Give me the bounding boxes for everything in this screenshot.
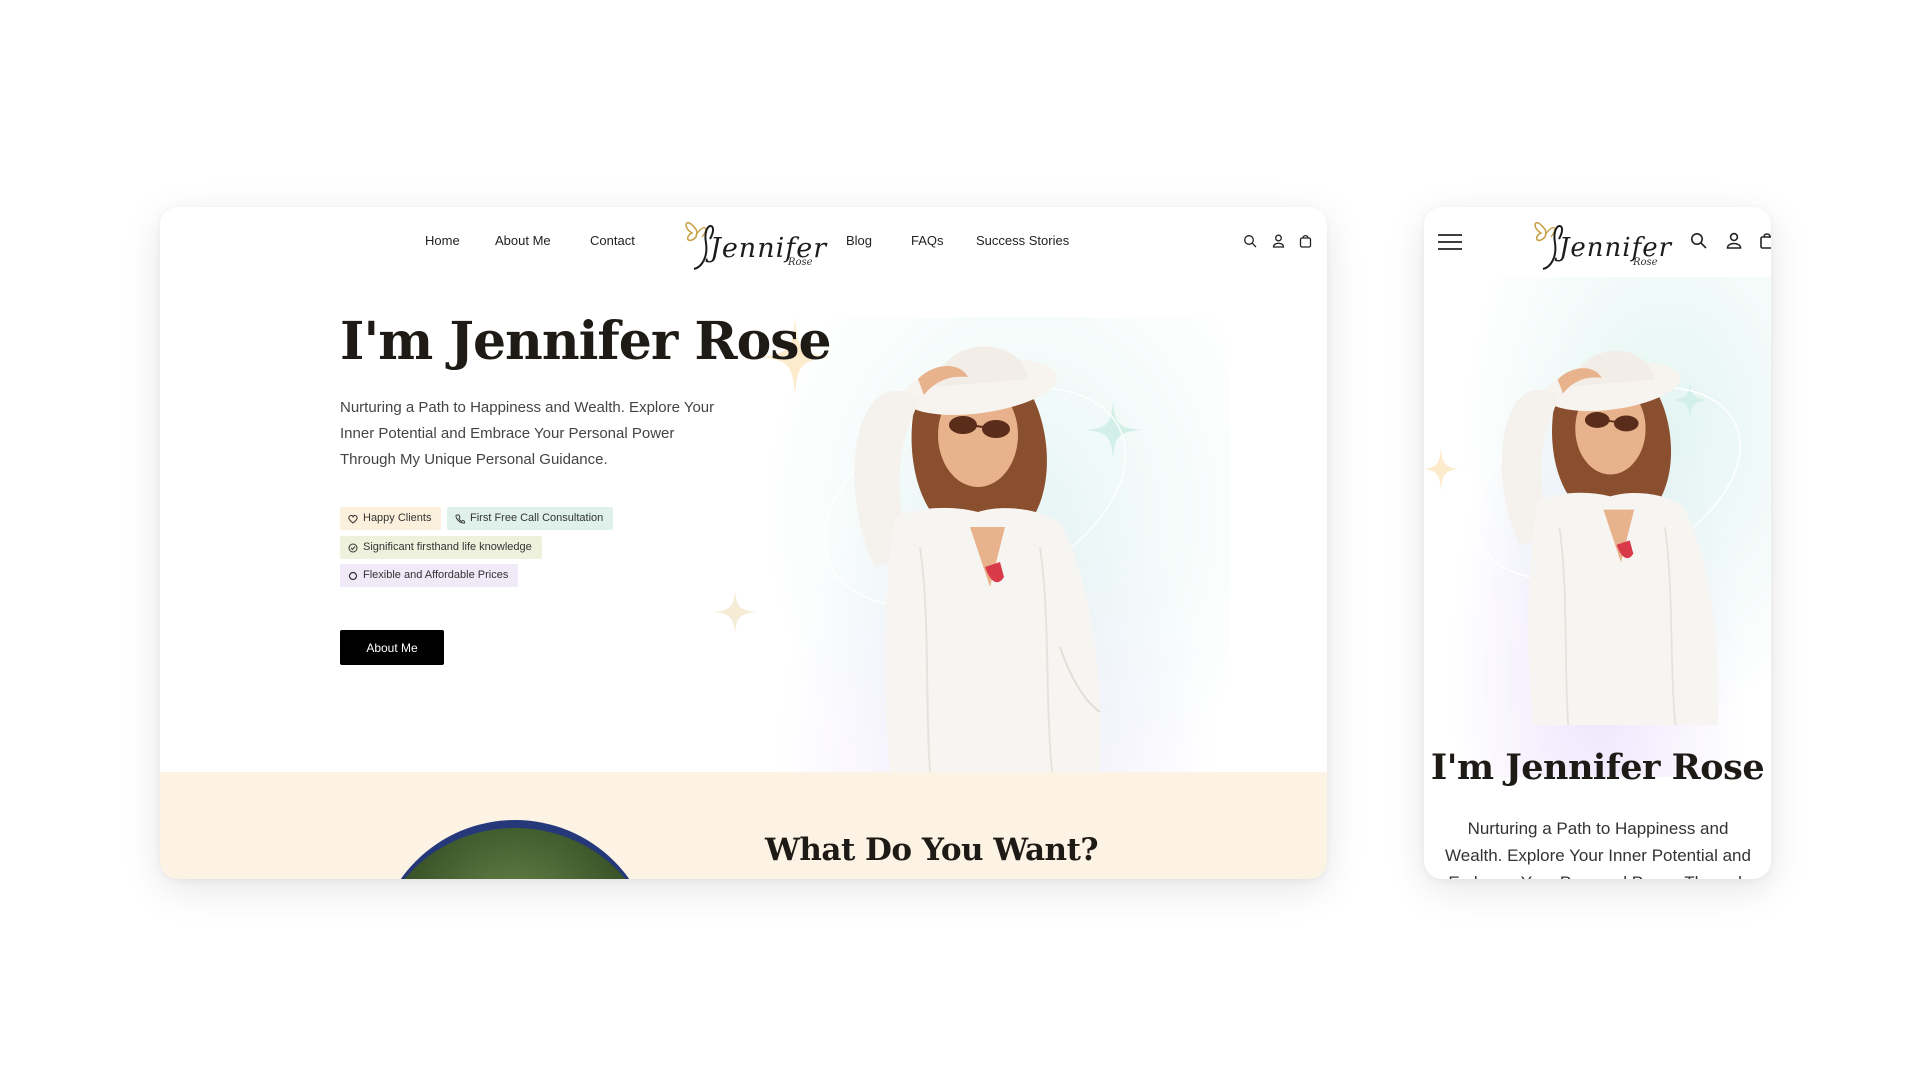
nav-home[interactable]: Home bbox=[425, 233, 460, 248]
search-icon[interactable] bbox=[1243, 234, 1257, 248]
logo-subtitle: Rose bbox=[788, 257, 813, 268]
user-icon[interactable] bbox=[1272, 234, 1285, 248]
menu-icon[interactable] bbox=[1438, 233, 1462, 251]
mobile-preview: Jennifer Rose I'm Jennifer Rose Nurturin… bbox=[1424, 207, 1771, 879]
jennifer-portrait-image bbox=[823, 346, 1127, 772]
circle-icon bbox=[348, 571, 358, 580]
sparkle-icon bbox=[713, 590, 757, 634]
tag-label: Flexible and Affordable Prices bbox=[363, 569, 509, 581]
search-icon[interactable] bbox=[1690, 232, 1707, 249]
nav-blog[interactable]: Blog bbox=[846, 233, 872, 248]
jennifer-portrait-image bbox=[1474, 350, 1741, 725]
desktop-preview: Home About Me Contact Jennifer Rose Blog… bbox=[160, 207, 1327, 879]
desktop-nav: Home About Me Contact Jennifer Rose Blog… bbox=[160, 207, 1327, 283]
mobile-hero-subtitle: Nurturing a Path to Happiness and Wealth… bbox=[1445, 819, 1751, 879]
tag-label: Happy Clients bbox=[363, 512, 432, 524]
check-circle-icon bbox=[348, 543, 358, 552]
mobile-site-logo[interactable]: Jennifer Rose bbox=[1529, 213, 1671, 277]
site-logo[interactable]: Jennifer Rose bbox=[680, 213, 826, 277]
section-photo-image bbox=[375, 820, 655, 879]
phone-icon bbox=[455, 514, 465, 523]
tag-life-knowledge: Significant firsthand life knowledge bbox=[340, 536, 542, 559]
tag-label: First Free Call Consultation bbox=[470, 512, 604, 524]
bag-icon[interactable] bbox=[1760, 232, 1771, 249]
tag-label: Significant firsthand life knowledge bbox=[363, 541, 532, 553]
hero-subtitle: Nurturing a Path to Happiness and Wealth… bbox=[340, 399, 715, 468]
tag-flexible-prices: Flexible and Affordable Prices bbox=[340, 564, 519, 587]
mobile-hero-title: I'm Jennifer Rose bbox=[1430, 747, 1765, 788]
about-me-button[interactable]: About Me bbox=[340, 630, 444, 665]
nav-faqs[interactable]: FAQs bbox=[911, 233, 944, 248]
hero-title: I'm Jennifer Rose bbox=[340, 311, 832, 372]
nav-contact[interactable]: Contact bbox=[590, 233, 635, 248]
bag-icon[interactable] bbox=[1299, 234, 1312, 248]
what-do-you-want-section: What Do You Want? bbox=[160, 772, 1327, 879]
logo-subtitle: Rose bbox=[1633, 257, 1658, 268]
tag-free-call: First Free Call Consultation bbox=[447, 507, 614, 530]
section-title: What Do You Want? bbox=[765, 832, 1099, 868]
nav-success-stories[interactable]: Success Stories bbox=[976, 233, 1069, 248]
nav-about-me[interactable]: About Me bbox=[495, 233, 551, 248]
tag-happy-clients: Happy Clients bbox=[340, 507, 442, 530]
heart-icon bbox=[348, 514, 358, 524]
user-icon[interactable] bbox=[1726, 232, 1742, 249]
